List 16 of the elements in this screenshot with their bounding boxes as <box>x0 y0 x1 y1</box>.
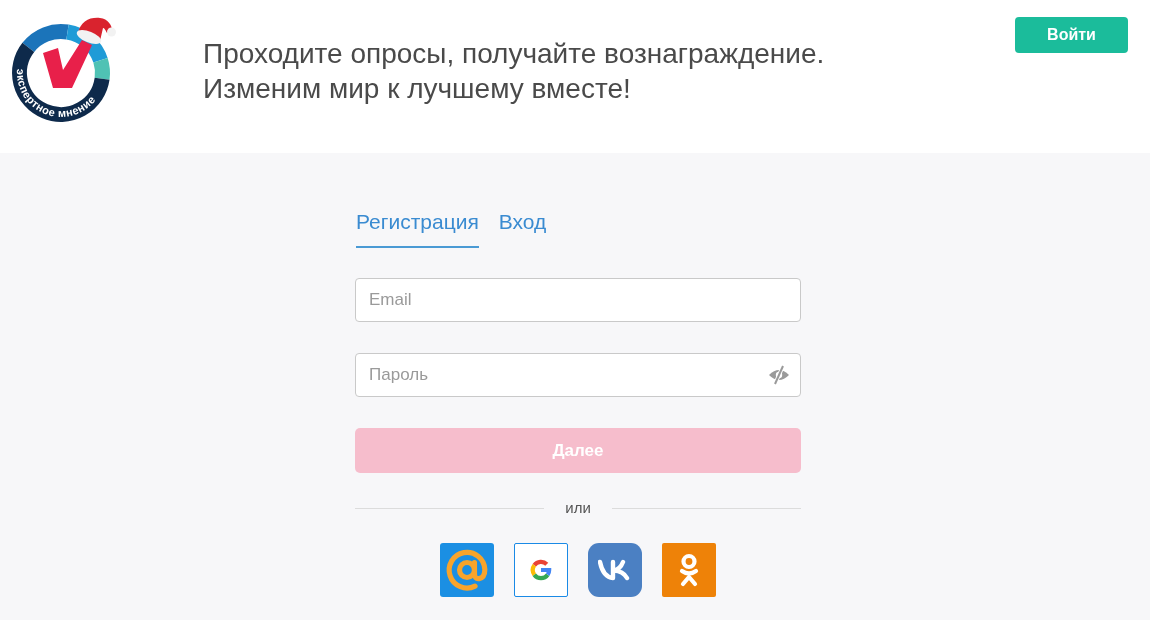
email-field[interactable]: Email <box>355 278 801 322</box>
tab[interactable]: Регистрация <box>356 207 479 248</box>
eye-slash-icon[interactable] <box>768 365 790 385</box>
at-sign-icon <box>444 547 490 593</box>
tagline-text: Изменим мир к лучшему вместе! <box>203 72 632 106</box>
social-login-button[interactable] <box>662 543 716 597</box>
password-field[interactable]: Пароль <box>355 353 801 397</box>
social-login-button[interactable] <box>588 543 642 597</box>
login-button[interactable]: Войти <box>1015 17 1128 53</box>
tagline-text: Проходите опросы, получайте вознаграждение. <box>203 37 826 71</box>
divider-text: или <box>564 498 592 518</box>
vk-letters-icon <box>598 559 632 581</box>
tab[interactable]: Вход <box>498 207 547 248</box>
social-login-button[interactable] <box>514 543 568 597</box>
social-login-button[interactable] <box>440 543 494 597</box>
person-figure-icon <box>678 553 700 587</box>
